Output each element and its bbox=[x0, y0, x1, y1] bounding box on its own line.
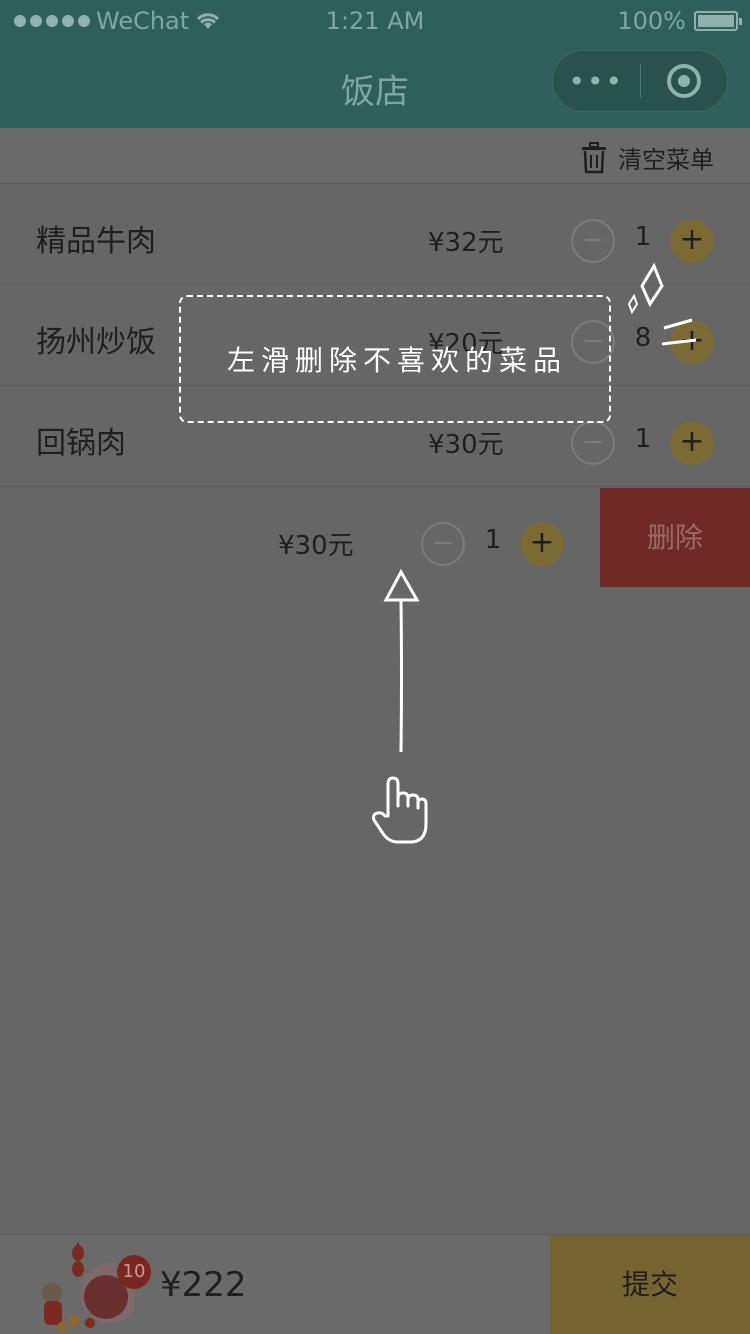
swipe-tip-box: 左滑删除不喜欢的菜品 bbox=[179, 295, 611, 423]
decrease-button[interactable]: − bbox=[571, 219, 615, 263]
target-icon bbox=[666, 64, 701, 98]
battery-percent: 100% bbox=[617, 7, 686, 35]
quantity-value: 1 bbox=[634, 222, 652, 252]
decrease-button[interactable]: − bbox=[571, 421, 615, 465]
cart-count-badge: 10 bbox=[117, 1255, 151, 1289]
up-arrow-icon bbox=[383, 568, 420, 753]
increase-button[interactable]: + bbox=[520, 522, 564, 566]
close-button[interactable] bbox=[641, 64, 728, 98]
delete-button[interactable]: 删除 bbox=[600, 488, 750, 587]
navigation-bar: 饭店 ••• bbox=[0, 42, 750, 128]
battery-icon bbox=[694, 11, 742, 31]
swipe-tip-text: 左滑删除不喜欢的菜品 bbox=[226, 344, 567, 377]
pointing-hand-icon bbox=[372, 776, 428, 844]
decrease-button[interactable]: − bbox=[421, 522, 465, 566]
festive-cart-image[interactable] bbox=[34, 1243, 134, 1334]
increase-button[interactable]: + bbox=[670, 219, 714, 263]
sparkle-icon bbox=[627, 262, 697, 346]
dish-price: ¥30元 bbox=[278, 531, 354, 561]
submit-button[interactable]: 提交 bbox=[550, 1235, 750, 1334]
cart-total: ¥222 bbox=[160, 1265, 247, 1305]
increase-button[interactable]: + bbox=[670, 421, 714, 465]
clear-menu-label: 清空菜单 bbox=[618, 146, 714, 174]
cart-bar: 10 ¥222 提交 bbox=[0, 1234, 750, 1334]
dish-name: 回锅肉 bbox=[36, 426, 126, 461]
dish-price: ¥30元 bbox=[428, 430, 504, 460]
dish-price: ¥32元 bbox=[428, 228, 504, 258]
trash-icon bbox=[582, 141, 606, 173]
dish-name: 精品牛肉 bbox=[36, 224, 156, 259]
quantity-value: 1 bbox=[634, 424, 652, 454]
more-button[interactable]: ••• bbox=[553, 65, 640, 98]
mini-program-capsule: ••• bbox=[552, 50, 728, 112]
menu-toolbar: 清空菜单 bbox=[0, 128, 750, 184]
status-bar: WeChat 1:21 AM 100% bbox=[0, 0, 750, 42]
quantity-value: 1 bbox=[484, 525, 502, 555]
clear-menu-button[interactable]: 清空菜单 bbox=[580, 140, 714, 175]
dish-name: 扬州炒饭 bbox=[36, 325, 156, 360]
battery-status: 100% bbox=[617, 7, 742, 35]
